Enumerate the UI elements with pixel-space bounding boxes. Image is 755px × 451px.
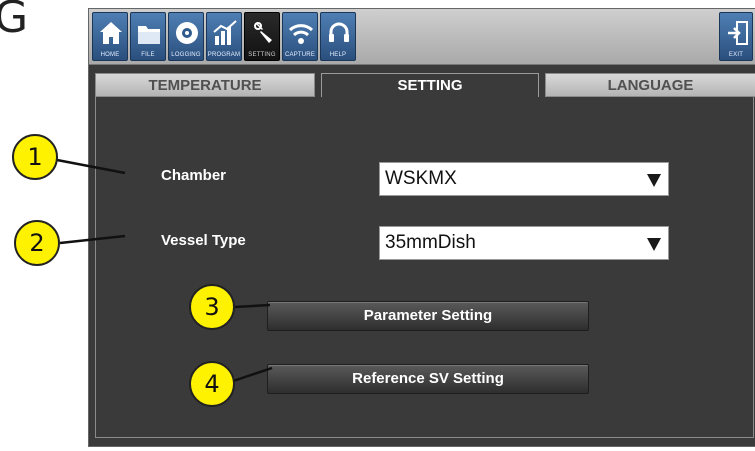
toolbar-program-label: PROGRAM: [207, 52, 241, 58]
toolbar: HOME FILE LOGGING PROGRAM SETTING CAPTUR…: [89, 9, 755, 65]
dropdown-arrow-icon: [647, 238, 661, 251]
toolbar-file-label: FILE: [141, 52, 155, 58]
chamber-select-value: WSKMX: [385, 168, 457, 189]
toolbar-logging-label: LOGGING: [171, 52, 201, 58]
wifi-icon: [288, 24, 314, 44]
exit-icon: [728, 21, 748, 45]
vessel-type-select[interactable]: 35mmDish: [379, 226, 669, 260]
tab-setting[interactable]: SETTING: [321, 73, 539, 97]
callout-3: 3: [189, 284, 235, 330]
headset-icon: [329, 22, 349, 42]
toolbar-exit-label: EXIT: [728, 52, 744, 58]
toolbar-capture-label: CAPTURE: [284, 52, 316, 58]
chamber-select[interactable]: WSKMX: [379, 162, 669, 196]
chamber-label: Chamber: [161, 167, 227, 184]
wrench-icon: [254, 22, 272, 43]
page-heading-fragment: G: [0, 0, 29, 43]
app-window: HOME FILE LOGGING PROGRAM SETTING CAPTUR…: [88, 8, 755, 447]
toolbar-home-label: HOME: [100, 52, 120, 58]
chart-icon: [213, 20, 237, 45]
toolbar-logging-button[interactable]: LOGGING: [168, 12, 204, 61]
toolbar-setting-button[interactable]: SETTING: [244, 12, 280, 61]
vessel-type-label: Vessel Type: [161, 232, 246, 249]
toolbar-help-button[interactable]: HELP: [320, 12, 356, 61]
tab-bar: TEMPERATURE SETTING LANGUAGE: [95, 73, 755, 97]
disc-icon: [176, 22, 198, 44]
toolbar-program-button[interactable]: PROGRAM: [206, 12, 242, 61]
callout-1: 1: [12, 134, 58, 180]
toolbar-home-button[interactable]: HOME: [92, 12, 128, 61]
tab-language[interactable]: LANGUAGE: [545, 73, 755, 97]
parameter-setting-button[interactable]: Parameter Setting: [267, 301, 589, 331]
toolbar-setting-label: SETTING: [248, 52, 276, 58]
reference-sv-setting-button[interactable]: Reference SV Setting: [267, 364, 589, 394]
toolbar-capture-button[interactable]: CAPTURE: [282, 12, 318, 61]
callout-2: 2: [14, 220, 60, 266]
dropdown-arrow-icon: [647, 174, 661, 187]
tab-temperature[interactable]: TEMPERATURE: [95, 73, 315, 97]
toolbar-exit-button[interactable]: EXIT: [719, 12, 753, 61]
callout-4: 4: [189, 361, 235, 407]
folder-icon: [138, 26, 160, 44]
toolbar-help-label: HELP: [329, 52, 347, 58]
home-icon: [100, 22, 122, 44]
vessel-type-select-value: 35mmDish: [385, 232, 476, 253]
toolbar-file-button[interactable]: FILE: [130, 12, 166, 61]
